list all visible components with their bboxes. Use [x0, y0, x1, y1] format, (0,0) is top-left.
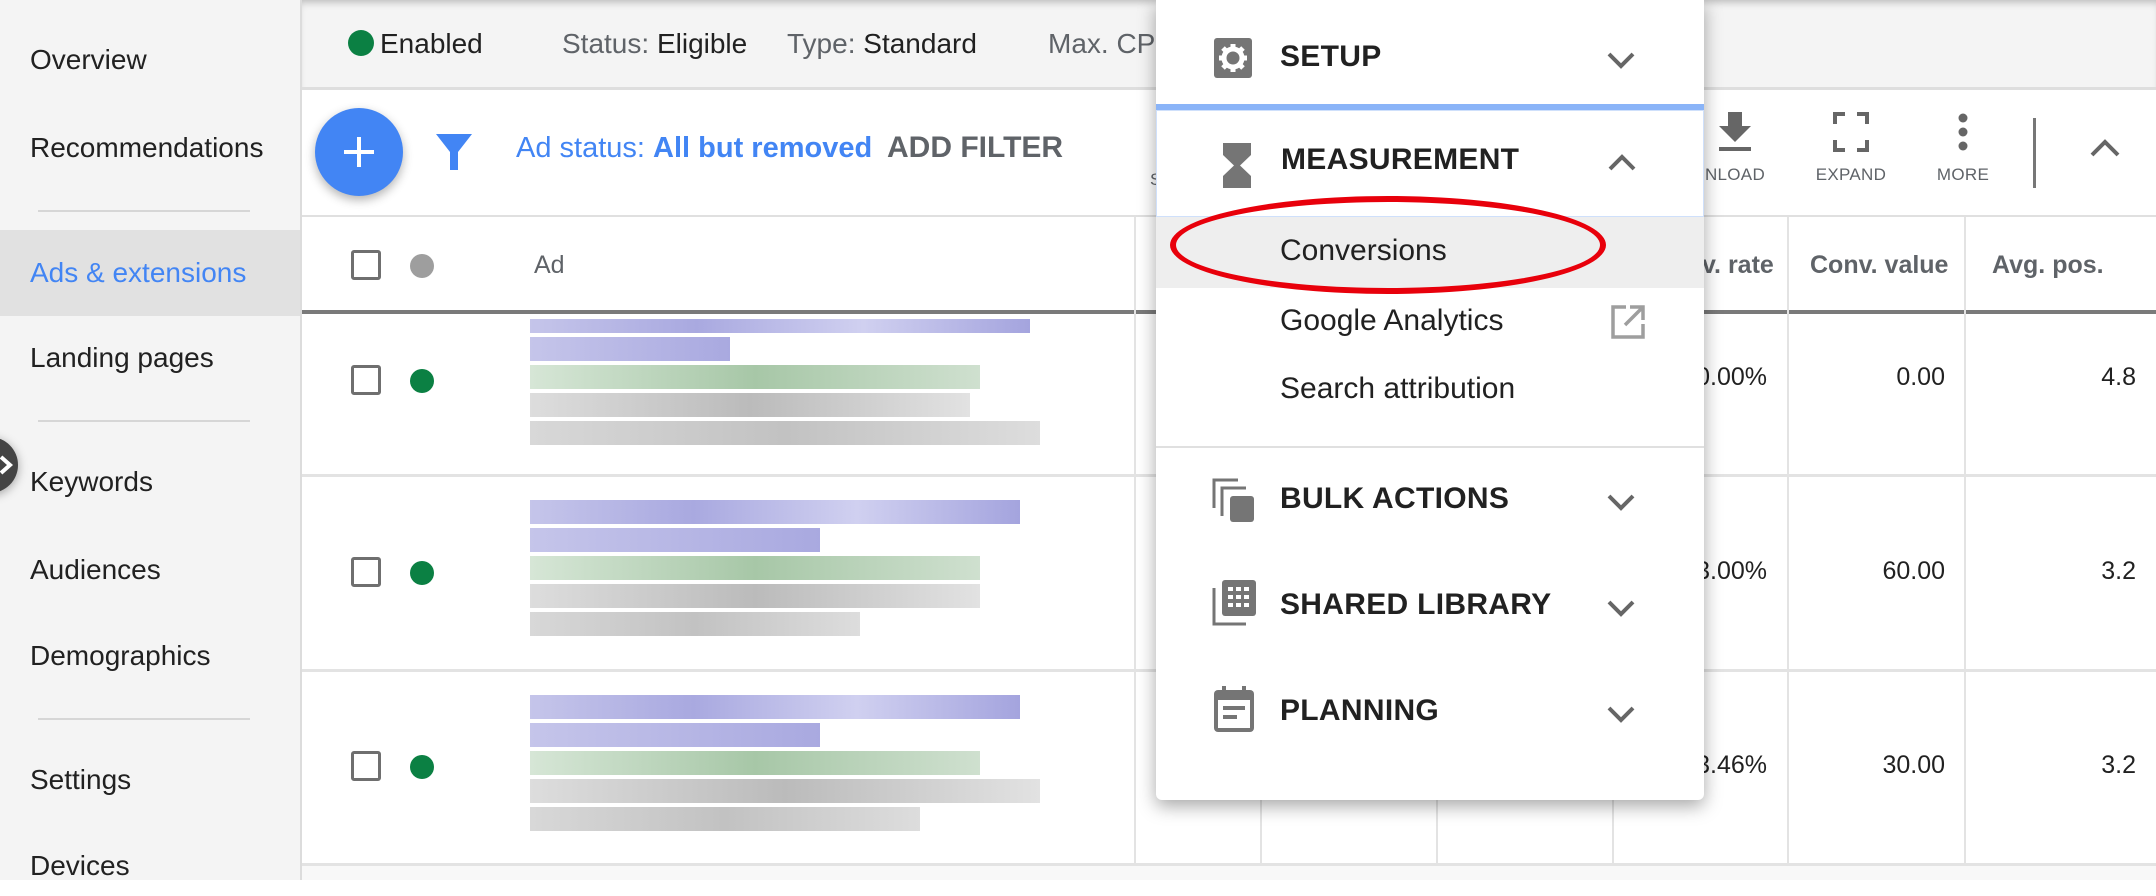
- plus-icon: [344, 137, 374, 167]
- column-header-conv-value[interactable]: Conv. value: [1810, 217, 1948, 313]
- sidebar-divider: [38, 718, 250, 720]
- row-checkbox[interactable]: [351, 751, 381, 781]
- column-divider: [1964, 217, 1966, 880]
- calendar-icon: [1214, 686, 1254, 732]
- chevron-down-icon: [1607, 494, 1635, 511]
- add-filter-button[interactable]: ADD FILTER: [887, 128, 1063, 168]
- chevron-up-icon[interactable]: [2090, 138, 2120, 158]
- menu-item-conversions[interactable]: Conversions: [1156, 217, 1704, 288]
- column-header-conv-rate[interactable]: v. rate: [1702, 217, 1774, 313]
- chevron-down-icon: [1607, 706, 1635, 723]
- menu-section-planning[interactable]: PLANNING: [1156, 658, 1704, 764]
- avg-pos-value: 3.2: [2101, 751, 2136, 779]
- add-button[interactable]: [315, 108, 403, 196]
- open-in-new-icon: [1611, 305, 1645, 339]
- menu-item-google-analytics[interactable]: Google Analytics: [1156, 288, 1704, 358]
- gear-icon: [1214, 38, 1252, 78]
- sidebar-divider: [38, 210, 250, 212]
- sidebar-item-demographics[interactable]: Demographics: [0, 626, 300, 686]
- column-header-avg-pos[interactable]: Avg. pos.: [1992, 217, 2104, 313]
- sidebar-item-settings[interactable]: Settings: [0, 750, 300, 810]
- more-vert-icon: [1958, 113, 1968, 151]
- menu-section-setup-label: SETUP: [1280, 40, 1382, 73]
- chevron-right-icon: [0, 455, 14, 475]
- status-header-icon: [410, 254, 434, 278]
- sidebar-item-recommendations[interactable]: Recommendations: [0, 118, 300, 178]
- hourglass-icon: [1223, 143, 1251, 188]
- status-field: Status: Eligible: [562, 28, 748, 59]
- menu-section-bulk-actions[interactable]: BULK ACTIONS: [1156, 448, 1704, 552]
- filter-icon[interactable]: [434, 130, 474, 174]
- menu-section-shared-library-label: SHARED LIBRARY: [1280, 588, 1552, 621]
- menu-section-planning-label: PLANNING: [1280, 694, 1440, 727]
- ad-preview-blurred[interactable]: [530, 500, 1090, 640]
- menu-section-bulk-actions-label: BULK ACTIONS: [1280, 482, 1510, 515]
- sidebar-item-audiences[interactable]: Audiences: [0, 540, 300, 600]
- menu-section-measurement-label: MEASUREMENT: [1281, 143, 1520, 176]
- bulk-actions-icon: [1212, 478, 1254, 522]
- enabled-status-icon: [410, 561, 434, 585]
- avg-pos-value: 4.8: [2101, 363, 2136, 391]
- enabled-label: Enabled: [380, 28, 483, 59]
- sidebar-item-overview[interactable]: Overview: [0, 30, 300, 90]
- row-checkbox[interactable]: [351, 557, 381, 587]
- select-all-checkbox[interactable]: [351, 250, 381, 280]
- shared-library-icon: [1212, 580, 1256, 626]
- column-header-ad[interactable]: Ad: [534, 217, 565, 313]
- tools-menu: SETUP MEASUREMENT Conversions Google Ana…: [1156, 0, 1704, 800]
- more-button[interactable]: MORE: [1908, 110, 2018, 185]
- expand-button[interactable]: EXPAND: [1796, 110, 1906, 185]
- download-icon: [1719, 112, 1751, 151]
- sidebar-item-devices[interactable]: Devices: [0, 836, 300, 896]
- enabled-status[interactable]: Enabled: [348, 0, 483, 88]
- next-row-edge: [302, 866, 2156, 880]
- menu-item-search-attribution[interactable]: Search attribution: [1156, 358, 1704, 428]
- chevron-up-icon: [1608, 154, 1636, 171]
- enabled-status-icon: [410, 369, 434, 393]
- chevron-down-icon: [1607, 600, 1635, 617]
- toolbar-divider: [2033, 118, 2036, 188]
- menu-section-shared-library[interactable]: SHARED LIBRARY: [1156, 552, 1704, 658]
- fullscreen-icon: [1833, 112, 1869, 152]
- ad-preview-blurred[interactable]: [530, 695, 1090, 835]
- type-field: Type: Standard: [787, 28, 977, 59]
- column-divider: [1787, 217, 1789, 880]
- avg-pos-value: 3.2: [2101, 557, 2136, 585]
- chevron-down-icon: [1607, 52, 1635, 69]
- ad-status-filter-chip[interactable]: Ad status: All but removed: [516, 128, 872, 168]
- conv-value-value: 30.00: [1882, 751, 1945, 779]
- sidebar: Overview Recommendations Ads & extension…: [0, 0, 302, 881]
- sidebar-item-landing-pages[interactable]: Landing pages: [0, 328, 300, 388]
- sidebar-item-keywords[interactable]: Keywords: [0, 452, 300, 512]
- menu-section-measurement[interactable]: MEASUREMENT: [1156, 110, 1704, 217]
- sidebar-divider: [38, 420, 250, 422]
- sidebar-item-ads-extensions[interactable]: Ads & extensions: [0, 230, 300, 316]
- menu-section-setup[interactable]: SETUP: [1156, 0, 1704, 104]
- conv-value-value: 0.00: [1896, 363, 1945, 391]
- row-checkbox[interactable]: [351, 365, 381, 395]
- column-divider: [1134, 217, 1136, 880]
- enabled-status-icon: [410, 755, 434, 779]
- ad-preview-blurred[interactable]: [530, 319, 1090, 449]
- conv-value-value: 60.00: [1882, 557, 1945, 585]
- enabled-dot-icon: [348, 30, 374, 56]
